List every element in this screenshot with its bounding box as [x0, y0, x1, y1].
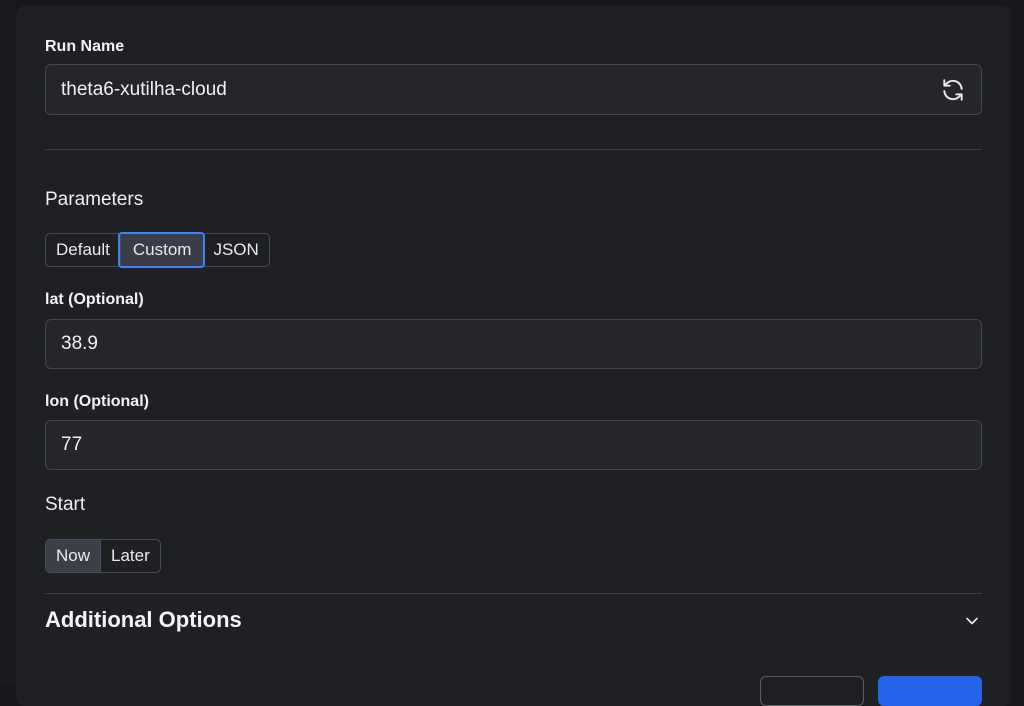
lat-label: lat (Optional) — [45, 291, 144, 308]
additional-options-title[interactable]: Additional Options — [45, 607, 242, 633]
lon-label: lon (Optional) — [45, 393, 149, 410]
run-name-input[interactable]: theta6-xutilha-cloud — [45, 64, 982, 115]
section-divider — [45, 149, 982, 150]
run-name-value: theta6-xutilha-cloud — [61, 78, 227, 100]
lon-value: 77 — [61, 434, 83, 455]
lat-value: 38.9 — [61, 333, 98, 354]
cancel-button[interactable] — [760, 676, 864, 706]
lon-input[interactable]: 77 — [45, 420, 982, 470]
chevron-down-icon[interactable] — [962, 611, 982, 631]
mode-json[interactable]: JSON — [203, 234, 268, 266]
refresh-icon[interactable] — [933, 70, 973, 110]
start-toggle: Now Later — [45, 539, 161, 573]
parameters-label: Parameters — [45, 189, 144, 210]
parameters-mode-toggle: Default Custom JSON — [45, 232, 270, 268]
start-label: Start — [45, 494, 86, 515]
section-divider-2 — [45, 593, 982, 594]
run-name-label: Run Name — [45, 38, 125, 55]
mode-default[interactable]: Default — [46, 234, 120, 266]
background-strip — [0, 0, 16, 683]
start-now[interactable]: Now — [46, 540, 101, 572]
mode-custom[interactable]: Custom — [117, 232, 206, 268]
lat-input[interactable]: 38.9 — [45, 319, 982, 369]
submit-button[interactable] — [878, 676, 982, 706]
start-later[interactable]: Later — [100, 540, 160, 572]
